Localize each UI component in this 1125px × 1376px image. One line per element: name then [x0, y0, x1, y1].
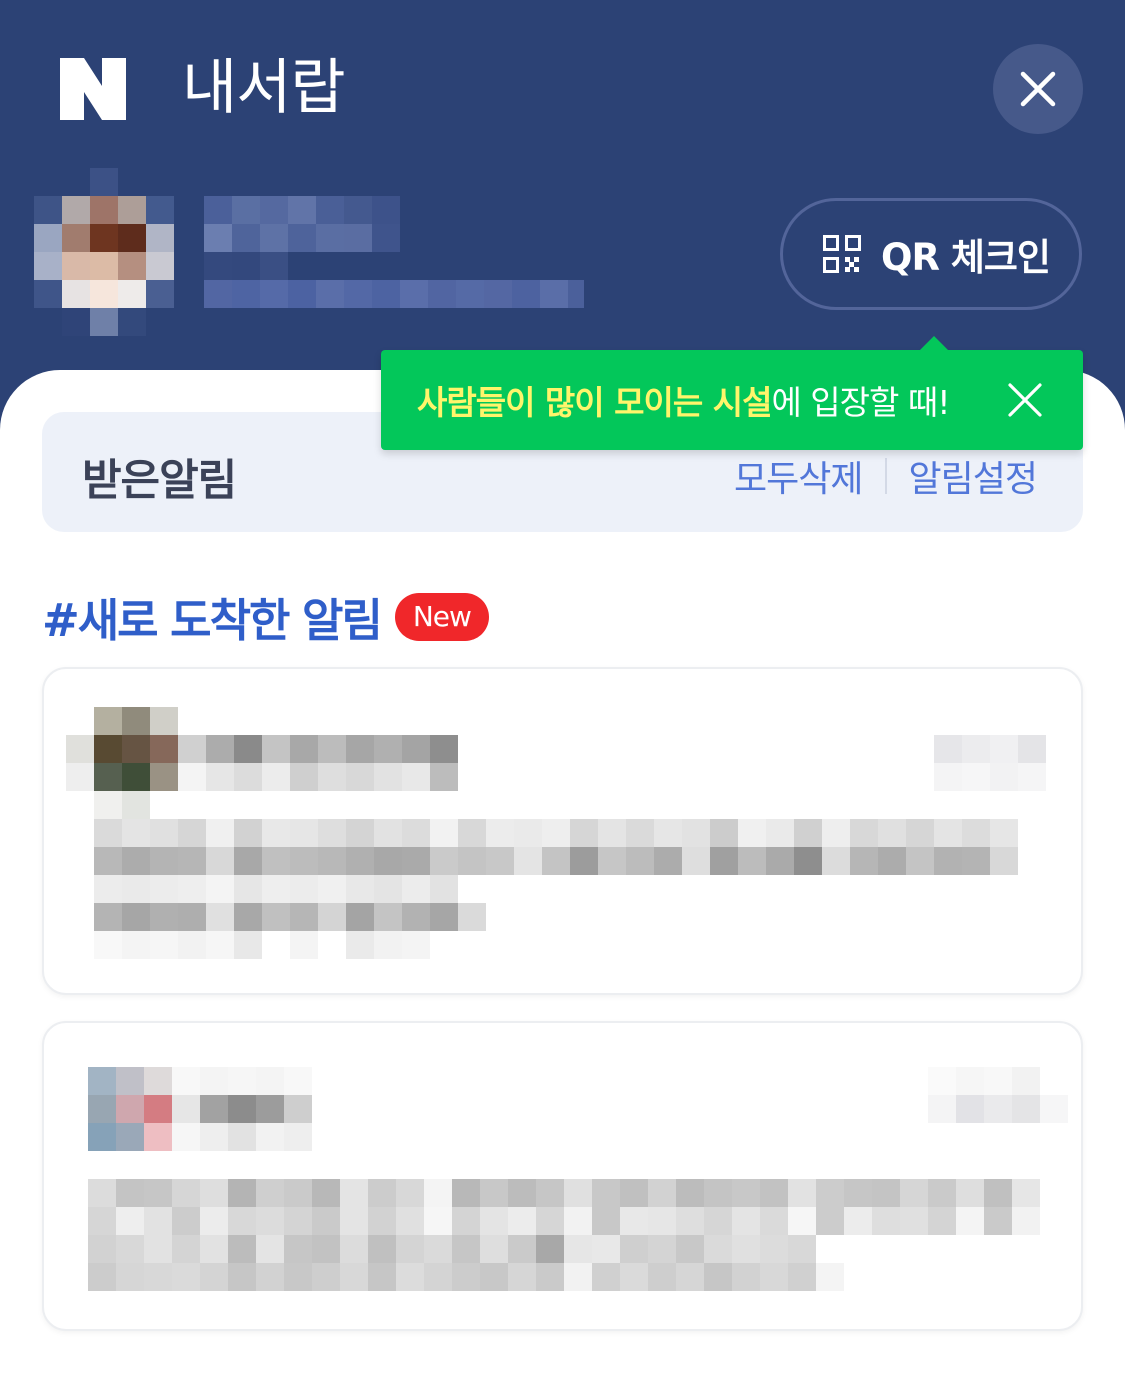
close-icon — [1020, 71, 1056, 107]
naver-logo — [60, 58, 126, 120]
notification-content-blurred — [66, 707, 1046, 959]
tooltip-text: 에 입장할 때! — [771, 383, 950, 422]
notification-content-blurred — [88, 1067, 1068, 1291]
section-heading: #새로 도착한 알림 — [42, 594, 383, 647]
received-title: 받은알림 — [82, 456, 237, 506]
profile-name-blurred — [204, 196, 584, 308]
notice-settings-link[interactable]: 알림설정 — [909, 450, 1038, 502]
new-notices-heading: #새로 도착한 알림 New — [42, 584, 489, 649]
new-badge: New — [394, 592, 489, 641]
qr-code-icon — [823, 235, 861, 273]
naver-n-icon — [60, 58, 126, 120]
delete-all-link[interactable]: 모두삭제 — [734, 450, 863, 502]
qr-tooltip: 사람들이 많이 모이는 시설 에 입장할 때! — [381, 336, 1083, 450]
divider — [884, 458, 887, 494]
avatar — [34, 168, 176, 336]
notification-card[interactable] — [42, 667, 1083, 995]
qr-checkin-button[interactable]: QR 체크인 — [780, 198, 1082, 310]
tooltip-highlight: 사람들이 많이 모이는 시설 — [417, 383, 772, 422]
page-title: 내서랍 — [182, 53, 346, 123]
notification-card[interactable] — [42, 1021, 1083, 1331]
qr-checkin-label: QR 체크인 — [881, 236, 1051, 279]
notice-actions: 모두삭제 알림설정 — [734, 450, 1038, 502]
close-button[interactable] — [993, 44, 1083, 134]
tooltip-close-icon[interactable] — [1007, 382, 1043, 418]
